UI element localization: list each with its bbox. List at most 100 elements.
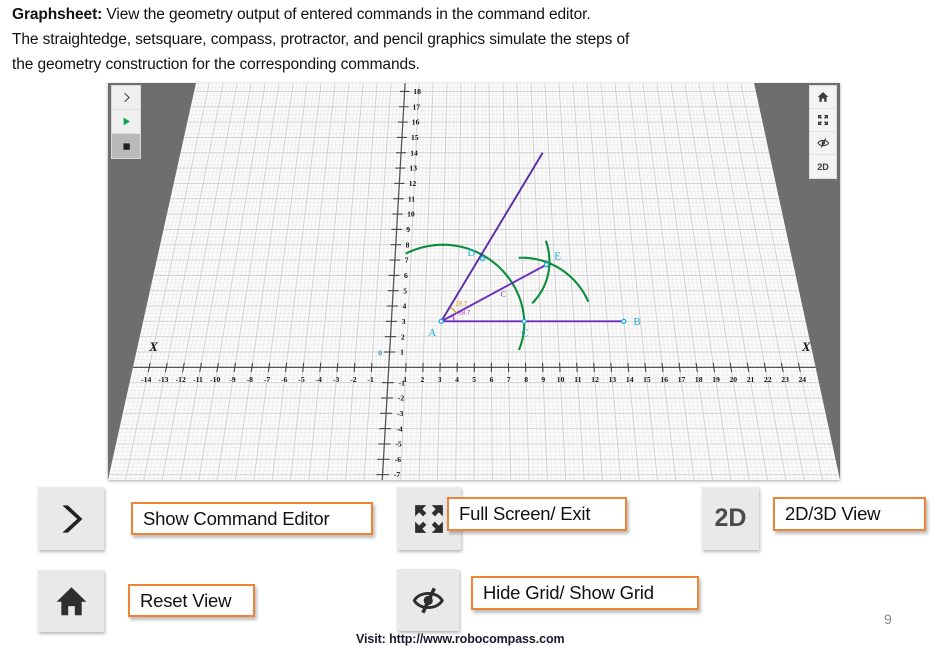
home-icon: [817, 92, 829, 102]
svg-text:17: 17: [413, 102, 421, 111]
svg-text:0: 0: [378, 348, 382, 357]
svg-text:20: 20: [730, 375, 738, 384]
show-command-editor-button[interactable]: [112, 86, 140, 110]
svg-text:21: 21: [747, 375, 755, 384]
legend-label-show-command-editor: Show Command Editor: [131, 502, 373, 535]
svg-text:18: 18: [695, 375, 703, 384]
legend-icon-reset-view[interactable]: [38, 570, 104, 632]
svg-text:-2: -2: [350, 375, 357, 384]
home-icon: [56, 586, 86, 615]
svg-text:12: 12: [591, 375, 599, 384]
svg-text:8: 8: [524, 375, 528, 384]
svg-text:14: 14: [410, 148, 418, 157]
svg-text:E: E: [554, 250, 561, 262]
intro-keyword: Graphsheet:: [12, 6, 103, 23]
svg-text:4: 4: [403, 302, 407, 311]
chevron-right-icon: [123, 93, 130, 102]
svg-text:13: 13: [609, 375, 617, 384]
fullscreen-icon: [415, 504, 443, 533]
play-icon: [123, 117, 130, 126]
legend-icon-view-2d-3d[interactable]: 2D: [702, 487, 759, 550]
svg-text:19: 19: [712, 375, 720, 384]
svg-text:-1: -1: [399, 378, 406, 387]
svg-text:10: 10: [557, 375, 565, 384]
legend-icon-toggle-grid[interactable]: [397, 569, 459, 631]
svg-text:8: 8: [406, 240, 410, 249]
svg-text:3: 3: [438, 375, 442, 384]
hide-grid-icon: [816, 138, 829, 148]
run-button[interactable]: [112, 110, 140, 134]
stop-icon: [122, 142, 130, 150]
svg-text:6: 6: [490, 375, 494, 384]
hide-grid-icon: [412, 587, 444, 613]
svg-text:2: 2: [421, 375, 425, 384]
svg-text:-4: -4: [396, 424, 403, 433]
svg-text:-1: -1: [367, 375, 374, 384]
svg-text:28.7: 28.7: [459, 311, 471, 317]
svg-text:22: 22: [764, 375, 772, 384]
svg-text:-3: -3: [333, 375, 340, 384]
svg-text:-5: -5: [298, 375, 305, 384]
legend-label-full-screen: Full Screen/ Exit: [447, 497, 627, 531]
svg-text:C: C: [521, 328, 528, 340]
intro-line-2: The straightedge, setsquare, compass, pr…: [12, 31, 630, 48]
graph-plane[interactable]: -14 -13 -12 -11 -10 -9 -8 -7 -6 -5 -4 -3 -2 -1 1 2 3 4 5 6 7…: [108, 83, 840, 480]
svg-text:6: 6: [404, 271, 408, 280]
svg-text:-4: -4: [316, 375, 323, 384]
svg-text:5: 5: [403, 286, 407, 295]
graph-svg[interactable]: -14 -13 -12 -11 -10 -9 -8 -7 -6 -5 -4 -3 -2 -1 1 2 3 4 5 6 7…: [108, 83, 840, 480]
reset-view-button[interactable]: [810, 86, 836, 109]
svg-text:13: 13: [409, 164, 417, 173]
svg-text:24: 24: [799, 375, 807, 384]
chevron-right-icon: [62, 504, 83, 533]
svg-text:5: 5: [472, 375, 476, 384]
svg-text:B: B: [633, 316, 640, 328]
intro-line-1-text: View the geometry output of entered comm…: [102, 6, 591, 23]
svg-text:15: 15: [643, 375, 651, 384]
svg-text:7: 7: [507, 375, 511, 384]
svg-text:X: X: [801, 339, 811, 354]
svg-text:-8: -8: [247, 375, 254, 384]
svg-text:18: 18: [413, 87, 421, 96]
svg-text:23: 23: [781, 375, 789, 384]
svg-text:16: 16: [412, 118, 420, 127]
fullscreen-icon: [818, 115, 828, 125]
view-mode-button[interactable]: 2D: [810, 155, 836, 178]
legend-icon-show-command-editor[interactable]: [38, 487, 104, 550]
svg-text:-3: -3: [397, 409, 404, 418]
svg-text:17: 17: [678, 375, 686, 384]
page-number: 9: [884, 611, 892, 627]
svg-text:-13: -13: [158, 375, 168, 384]
intro-line-1: Graphsheet: View the geometry output of …: [12, 2, 924, 27]
svg-text:-14: -14: [141, 375, 151, 384]
full-screen-button[interactable]: [810, 109, 836, 132]
svg-text:-12: -12: [176, 375, 186, 384]
svg-text:4: 4: [455, 375, 459, 384]
svg-text:-11: -11: [193, 375, 203, 384]
legend-label-reset-view: Reset View: [128, 584, 255, 617]
svg-text:A: A: [428, 327, 436, 339]
right-toolbar[interactable]: 2D: [809, 85, 837, 179]
toggle-grid-button[interactable]: [810, 132, 836, 155]
svg-text:-10: -10: [210, 375, 220, 384]
left-toolbar[interactable]: [111, 85, 141, 159]
svg-text:28.7: 28.7: [456, 301, 468, 307]
svg-text:7: 7: [405, 256, 409, 265]
svg-text:14: 14: [626, 375, 634, 384]
svg-text:11: 11: [574, 375, 581, 384]
svg-text:-5: -5: [396, 440, 403, 449]
visit-link[interactable]: Visit: http://www.robocompass.com: [356, 632, 565, 646]
intro-line-3: the geometry construction for the corres…: [12, 56, 420, 73]
svg-text:C: C: [501, 290, 506, 299]
legend-label-view-2d-3d: 2D/3D View: [773, 497, 926, 531]
svg-text:16: 16: [660, 375, 668, 384]
svg-text:D: D: [467, 247, 475, 259]
svg-text:9: 9: [541, 375, 545, 384]
svg-text:-6: -6: [395, 455, 402, 464]
svg-text:-9: -9: [229, 375, 236, 384]
stop-button[interactable]: [112, 134, 140, 158]
svg-text:9: 9: [406, 225, 410, 234]
svg-text:-6: -6: [281, 375, 288, 384]
svg-text:X: X: [148, 339, 158, 354]
svg-text:15: 15: [411, 133, 419, 142]
